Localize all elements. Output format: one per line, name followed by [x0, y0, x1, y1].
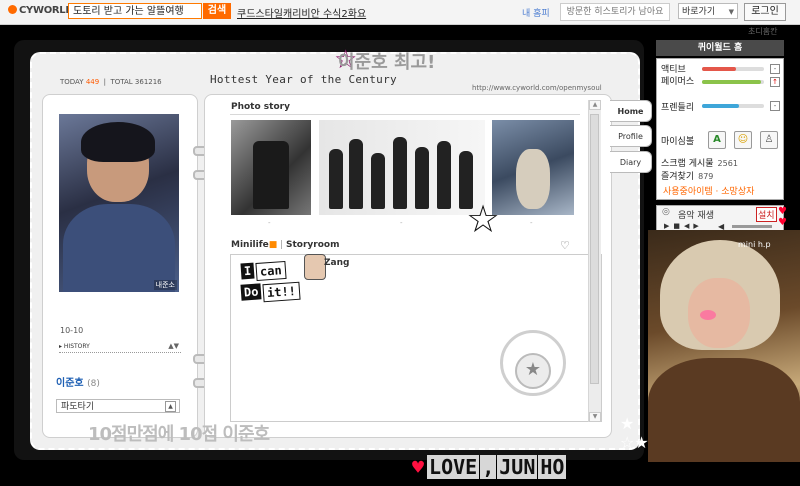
photo-figure: [393, 137, 407, 209]
items-links[interactable]: 사용중아이템 · 소망상자: [663, 184, 754, 197]
sidebar-top-sticker: 초디홈칸: [748, 27, 778, 36]
history-arrows-icon[interactable]: ▲▼: [168, 341, 179, 352]
history-button[interactable]: 방문한 히스토리가 남아요: [560, 3, 670, 21]
music-disc-icon: ◎: [662, 207, 670, 217]
star-face-icon: ☆: [466, 197, 501, 241]
logo-dot-icon: [8, 5, 17, 14]
gauge-active: [702, 67, 764, 71]
cyworld-logo[interactable]: CYWORLD: [8, 5, 74, 16]
scroll-thumb[interactable]: [590, 114, 599, 384]
gauge-friendly: [702, 104, 764, 108]
photo-caption: -: [400, 219, 403, 227]
top-bar: CYWORLD 도토리 받고 가는 알뜰여행 검색 쿠드스타일캐리비안 수식2화…: [0, 0, 800, 25]
photo-figure: [329, 149, 343, 209]
sidebar-header[interactable]: 퀴이월드 홈: [656, 40, 784, 56]
gauge-active-button[interactable]: -: [770, 64, 780, 74]
scroll-down-icon[interactable]: ▼: [589, 412, 601, 422]
profile-photo[interactable]: 내준소: [59, 114, 179, 292]
bookmark-row[interactable]: 즐겨찾기 879: [661, 169, 713, 182]
wave-select[interactable]: 파도타기 ▲: [56, 399, 180, 413]
history-bar[interactable]: ▸ HISTORY ▲▼: [59, 341, 181, 353]
scrap-row[interactable]: 스크랩 게시물 2561: [661, 156, 738, 169]
bottom-sticker-text: 10점만점에 10점 이준호: [88, 424, 270, 445]
homepage-url[interactable]: http://www.cyworld.com/openmysoul: [472, 84, 602, 92]
goto-select[interactable]: 바로가기 ▼: [678, 3, 738, 19]
photo-figure: [516, 149, 550, 209]
photo-face: [688, 278, 750, 348]
gauge-label-famous: 페이머스: [661, 77, 695, 87]
visitor-counter: TODAY 449 | TOTAL 361216: [60, 78, 162, 86]
photo-blush: [700, 310, 716, 320]
site-title: Hottest Year of the Century: [210, 73, 397, 86]
scroll-up-icon[interactable]: ▲: [589, 100, 601, 110]
gauge-friendly-button[interactable]: -: [770, 101, 780, 111]
minilife-link[interactable]: Minilife: [231, 240, 269, 250]
zang-sticker: Zang: [324, 258, 350, 268]
minilife-badge-icon: ■: [268, 240, 278, 250]
thumbs-up-icon: [304, 254, 326, 280]
sidebar-photo: [648, 230, 800, 462]
divider: [230, 114, 580, 115]
gauge-famous-button[interactable]: ↑: [770, 77, 780, 87]
profile-date: 10-10: [60, 326, 84, 335]
photo-hair: [81, 122, 155, 162]
photo-figure: [437, 141, 451, 209]
photo-thumbnail[interactable]: [492, 120, 574, 215]
love-banner: ♥ LOVE, JUN HO: [412, 455, 567, 479]
login-button[interactable]: 로그인: [744, 3, 786, 21]
photo-figure: [253, 141, 289, 209]
photo-shirt: [63, 204, 175, 292]
volume-slider[interactable]: [732, 225, 772, 228]
gauge-label-friendly: 프렌들리: [661, 103, 695, 113]
photo-caption: -: [268, 219, 271, 227]
symbol-figure-icon[interactable]: ♙: [760, 131, 778, 149]
gauge-famous: [702, 80, 764, 84]
photo-thumbnail[interactable]: [231, 120, 311, 215]
photo-figure: [371, 153, 385, 209]
chevron-down-icon: ▼: [728, 8, 734, 16]
photo-figure: [349, 139, 363, 209]
photo-thumbnail[interactable]: [319, 120, 485, 215]
promo-link[interactable]: 쿠드스타일캐리비안 수식2화요: [237, 5, 366, 20]
music-controls[interactable]: ▶■◀▶: [664, 222, 703, 230]
tab-diary[interactable]: Diary: [610, 151, 652, 173]
profile-photo-caption: 내준소: [153, 280, 177, 290]
storyroom-link[interactable]: Storyroom: [286, 240, 339, 250]
scrollbar[interactable]: ▲ ▼: [588, 100, 601, 422]
owner-name[interactable]: 이준호 (8): [56, 374, 100, 389]
music-play-label[interactable]: 음악 재생: [678, 208, 714, 221]
music-install-button[interactable]: 설치: [756, 207, 777, 222]
my-home-link[interactable]: 내 홈피: [522, 6, 550, 19]
symbol-a-icon[interactable]: A: [708, 131, 726, 149]
photo-caption: -: [530, 219, 533, 227]
i-can-do-it-sticker: Ican Do it!!: [240, 260, 301, 303]
headphones-icon: ★: [500, 330, 566, 396]
chevron-up-icon: ▲: [165, 401, 176, 412]
heart-icon[interactable]: ♡: [560, 239, 570, 252]
hearts-icon: ♥ ♥: [778, 206, 787, 228]
mini-hp-label: mini h.p: [738, 240, 771, 249]
tab-home[interactable]: Home: [610, 100, 652, 122]
tab-profile[interactable]: Profile: [610, 125, 652, 147]
minilife-storyroom-title: Minilife■ | Storyroom: [231, 240, 340, 250]
photo-figure: [415, 147, 429, 209]
title-sticker: 이준호 최고!: [338, 52, 436, 73]
search-button[interactable]: 검색: [203, 3, 231, 19]
photo-story-title[interactable]: Photo story: [231, 102, 290, 112]
symbol-smile-icon[interactable]: ☺: [734, 131, 752, 149]
my-symbol-label: 마이심볼: [661, 137, 695, 147]
search-input[interactable]: 도토리 받고 가는 알뜰여행: [68, 3, 202, 19]
stars-icon: ★ ☆★: [620, 414, 649, 452]
photo-coat: [648, 358, 800, 462]
